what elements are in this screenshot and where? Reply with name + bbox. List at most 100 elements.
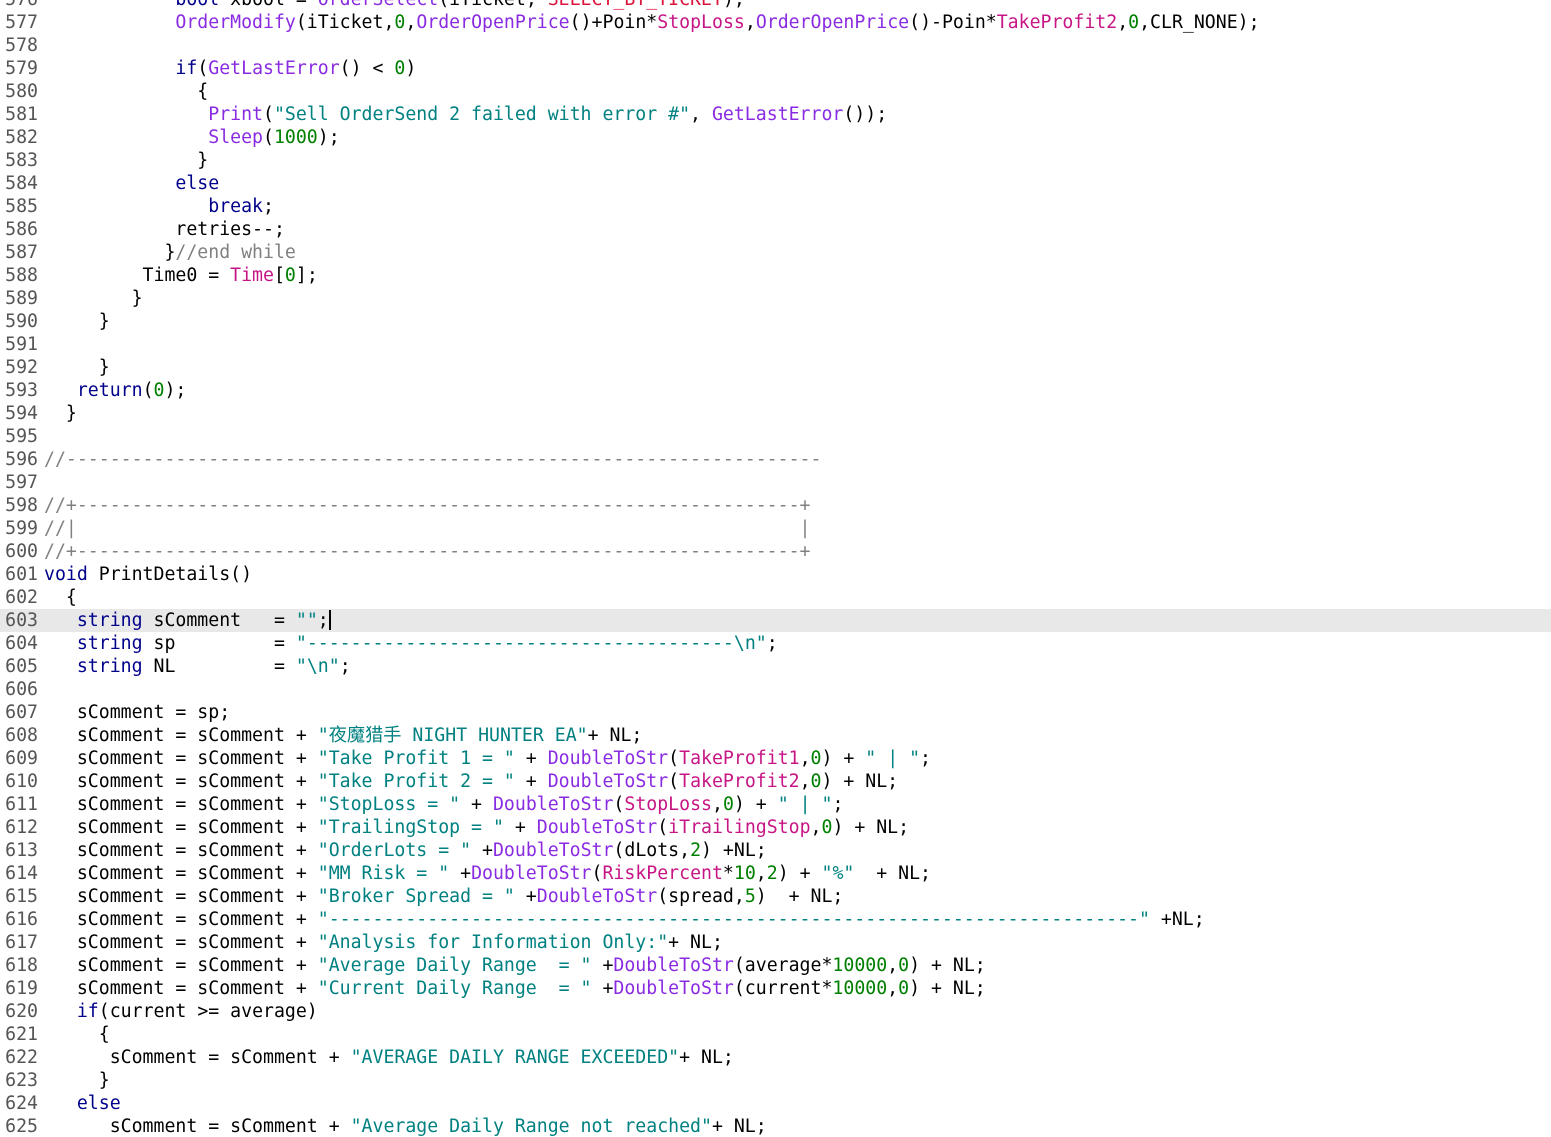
code-line[interactable]: 611 sComment = sComment + "StopLoss = " …	[0, 793, 1551, 816]
code-line[interactable]: 590 }	[0, 310, 1551, 333]
keyword-token: bool	[175, 0, 219, 10]
code-text: sComment = sComment +	[44, 771, 318, 792]
code-line[interactable]: 576 bool xbool = OrderSelect(iTicket, SE…	[0, 0, 1551, 11]
code-line[interactable]: 599 //| |	[0, 517, 1551, 540]
comment-token: //--------------------------------------…	[44, 449, 822, 470]
code-line[interactable]: 622 sComment = sComment + "AVERAGE DAILY…	[0, 1046, 1551, 1069]
code-line[interactable]: 587 }//end while	[0, 241, 1551, 264]
code-line[interactable]: 601 void PrintDetails()	[0, 563, 1551, 586]
code-line[interactable]: 608 sComment = sComment + "夜魔猎手 NIGHT HU…	[0, 724, 1551, 747]
function-token: Print	[208, 104, 263, 125]
function-token: DoubleToStr	[613, 955, 734, 976]
code-line[interactable]: 598 //+----------------------------------…	[0, 494, 1551, 517]
code-line[interactable]: 579 if(GetLastError() < 0)	[0, 57, 1551, 80]
string-token: "TrailingStop = "	[317, 817, 504, 838]
code-line[interactable]: 589 }	[0, 287, 1551, 310]
code-line[interactable]: 616 sComment = sComment + "-------------…	[0, 908, 1551, 931]
code-text: sComment = sComment +	[44, 863, 318, 884]
code-line[interactable]: 592 }	[0, 356, 1551, 379]
code-line[interactable]: 600 //+----------------------------------…	[0, 540, 1551, 563]
code-line[interactable]: 604 string sp = "-----------------------…	[0, 632, 1551, 655]
function-token: OrderModify	[175, 12, 296, 33]
code-content: void PrintDetails()	[44, 563, 252, 586]
code-text: ,CLR_NONE);	[1139, 12, 1260, 33]
code-line[interactable]: 594 }	[0, 402, 1551, 425]
variable-token: TakeProfit2	[679, 771, 800, 792]
code-text: {	[44, 1024, 110, 1045]
code-text: retries--;	[44, 219, 285, 240]
code-line[interactable]: 584 else	[0, 172, 1551, 195]
code-line[interactable]: 606	[0, 678, 1551, 701]
code-text: ) +	[777, 863, 822, 884]
code-line[interactable]: 607 sComment = sp;	[0, 701, 1551, 724]
code-line[interactable]: 623 }	[0, 1069, 1551, 1092]
code-line[interactable]: 583 }	[0, 149, 1551, 172]
function-token: GetLastError	[208, 58, 340, 79]
line-number: 609	[5, 748, 38, 769]
function-token: DoubleToStr	[492, 840, 614, 861]
code-line[interactable]: 585 break;	[0, 195, 1551, 218]
code-line[interactable]: 612 sComment = sComment + "TrailingStop …	[0, 816, 1551, 839]
code-text: ];	[295, 265, 318, 286]
code-line[interactable]: 609 sComment = sComment + "Take Profit 1…	[0, 747, 1551, 770]
code-text: ,	[755, 863, 767, 884]
code-text: }	[44, 150, 209, 171]
code-content: sComment = sComment + "Current Daily Ran…	[44, 977, 986, 1000]
line-number: 618	[5, 955, 38, 976]
code-line[interactable]: 580 {	[0, 80, 1551, 103]
code-line[interactable]: 578	[0, 34, 1551, 57]
code-line[interactable]: 577 OrderModify(iTicket,0,OrderOpenPrice…	[0, 11, 1551, 34]
code-line[interactable]: 618 sComment = sComment + "Average Daily…	[0, 954, 1551, 977]
code-editor[interactable]: 576 bool xbool = OrderSelect(iTicket, SE…	[0, 0, 1551, 1137]
code-line[interactable]: 614 sComment = sComment + "MM Risk = " +…	[0, 862, 1551, 885]
code-line[interactable]: 602 {	[0, 586, 1551, 609]
code-line[interactable]: 588 Time0 = Time[0];	[0, 264, 1551, 287]
code-line[interactable]: 595	[0, 425, 1551, 448]
number-token: 2	[690, 840, 702, 861]
code-line[interactable]: 605 string NL = "\n";	[0, 655, 1551, 678]
code-line[interactable]: 620 if(current >= average)	[0, 1000, 1551, 1023]
code-content: bool xbool = OrderSelect(iTicket, SELECT…	[44, 0, 744, 11]
code-content: Time0 = Time[0];	[44, 264, 318, 287]
code-line[interactable]: 613 sComment = sComment + "OrderLots = "…	[0, 839, 1551, 862]
code-line[interactable]: 615 sComment = sComment + "Broker Spread…	[0, 885, 1551, 908]
code-line-current[interactable]: 603 string sComment = "";	[0, 609, 1551, 632]
code-text: PrintDetails()	[87, 564, 253, 585]
code-text: +NL;	[1149, 909, 1205, 930]
string-token: "Broker Spread = "	[317, 886, 515, 907]
code-text: {	[44, 81, 209, 102]
number-token: 0	[810, 748, 822, 769]
code-line[interactable]: 624 else	[0, 1092, 1551, 1115]
code-line[interactable]: 597	[0, 471, 1551, 494]
line-number: 582	[5, 127, 38, 148]
code-line[interactable]: 596 //-----------------------------------…	[0, 448, 1551, 471]
code-content: if(current >= average)	[44, 1000, 318, 1023]
code-line[interactable]: 581 Print("Sell OrderSend 2 failed with …	[0, 103, 1551, 126]
code-content: sComment = sComment + "Analysis for Info…	[44, 931, 723, 954]
code-line[interactable]: 586 retries--;	[0, 218, 1551, 241]
code-line[interactable]: 617 sComment = sComment + "Analysis for …	[0, 931, 1551, 954]
code-text: sComment = sComment +	[44, 725, 318, 746]
line-number: 592	[5, 357, 38, 378]
code-text: ;	[920, 748, 931, 769]
code-line[interactable]: 591	[0, 333, 1551, 356]
code-text: (current >= average)	[98, 1001, 318, 1022]
code-line[interactable]: 593 return(0);	[0, 379, 1551, 402]
keyword-token: void	[44, 564, 88, 585]
code-text: ) + NL;	[909, 978, 986, 999]
code-line[interactable]: 582 Sleep(1000);	[0, 126, 1551, 149]
constant-token: SELECT_BY_TICKET	[548, 0, 723, 10]
keyword-token: string	[76, 610, 143, 631]
code-line[interactable]: 621 {	[0, 1023, 1551, 1046]
line-number: 579	[5, 58, 38, 79]
line-number: 601	[5, 564, 38, 585]
line-number: 599	[5, 518, 38, 539]
string-token: ""	[295, 610, 318, 631]
code-line[interactable]: 619 sComment = sComment + "Current Daily…	[0, 977, 1551, 1000]
code-line[interactable]: 625 sComment = sComment + "Average Daily…	[0, 1115, 1551, 1137]
code-text: +	[471, 840, 493, 861]
code-text: (	[657, 817, 669, 838]
line-number: 591	[5, 334, 38, 355]
code-line[interactable]: 610 sComment = sComment + "Take Profit 2…	[0, 770, 1551, 793]
